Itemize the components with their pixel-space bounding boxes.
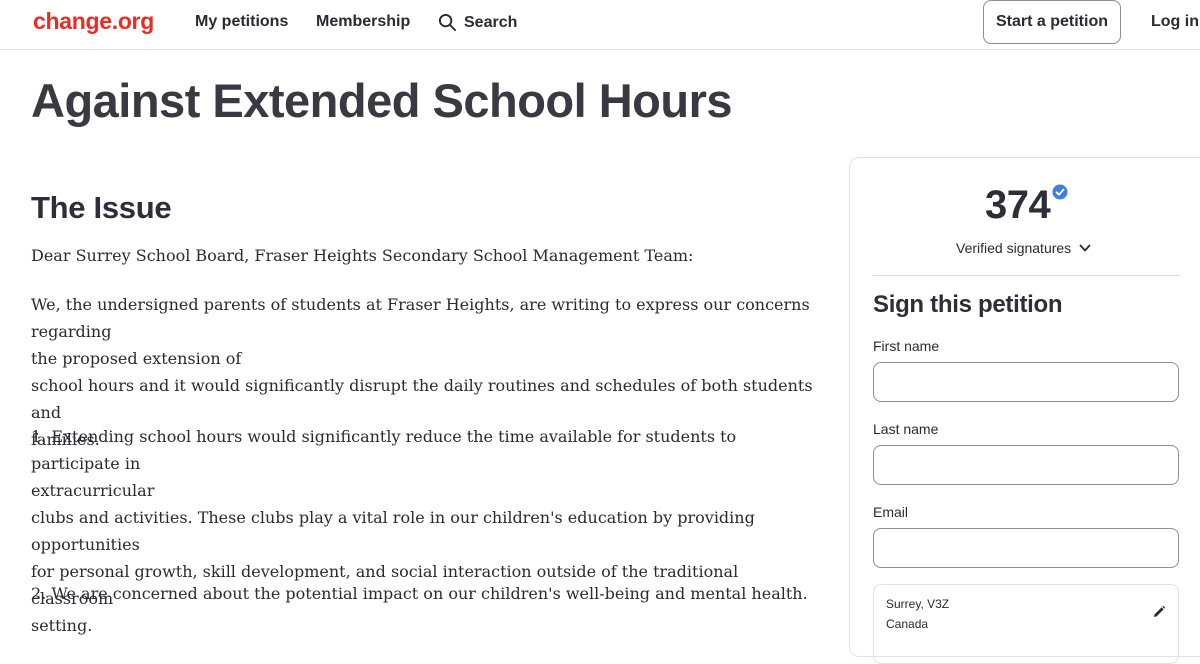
- email-field[interactable]: [873, 528, 1179, 568]
- nav-membership[interactable]: Membership: [316, 13, 410, 31]
- verified-check-icon: [1052, 184, 1068, 200]
- location-city: Surrey, V3Z: [886, 597, 950, 611]
- paragraph-line: 2. We are concerned about the potential …: [31, 584, 808, 603]
- nav-search-label: Search: [464, 13, 518, 31]
- paragraph-line: 1. Extending school hours would signific…: [31, 427, 737, 473]
- nav-search[interactable]: Search: [438, 13, 517, 32]
- divider: [873, 275, 1180, 276]
- paragraph-line: clubs and activities. These clubs play a…: [31, 508, 755, 554]
- location-box: Surrey, V3Z Canada: [873, 584, 1179, 664]
- nav-my-petitions[interactable]: My petitions: [195, 13, 288, 31]
- chevron-down-icon: [1079, 244, 1091, 252]
- paragraph-line: extracurricular: [31, 481, 155, 500]
- top-navigation-bar: change.org My petitions Membership Searc…: [0, 0, 1200, 50]
- sign-petition-heading: Sign this petition: [873, 291, 1063, 318]
- paragraph-line: setting.: [31, 616, 93, 635]
- paragraph-line: We, the undersigned parents of students …: [31, 295, 810, 341]
- signature-count: 374: [985, 183, 1051, 227]
- first-name-label: First name: [873, 338, 940, 354]
- paragraph-3: 2. We are concerned about the potential …: [31, 580, 821, 607]
- paragraph-line: the proposed extension of: [31, 349, 242, 368]
- salutation-text: Dear Surrey School Board, Fraser Heights…: [31, 246, 694, 265]
- edit-pencil-icon[interactable]: [1152, 605, 1166, 619]
- change-org-logo[interactable]: change.org: [33, 8, 154, 35]
- search-icon: [438, 13, 457, 32]
- location-country: Canada: [886, 617, 929, 631]
- last-name-label: Last name: [873, 421, 939, 437]
- verified-signatures-label: Verified signatures: [956, 240, 1072, 256]
- start-petition-button[interactable]: Start a petition: [983, 0, 1121, 44]
- first-name-field[interactable]: [873, 362, 1179, 402]
- sign-petition-card: 374 Verified signatures Sign this petiti…: [849, 157, 1200, 664]
- last-name-field[interactable]: [873, 445, 1179, 485]
- petition-title: Against Extended School Hours: [31, 74, 733, 127]
- issue-heading: The Issue: [31, 190, 172, 225]
- verified-signatures-toggle[interactable]: Verified signatures: [956, 240, 1091, 256]
- email-label: Email: [873, 504, 909, 520]
- login-link[interactable]: Log in: [1151, 13, 1199, 31]
- paragraph-line: school hours and it would significantly …: [31, 376, 813, 422]
